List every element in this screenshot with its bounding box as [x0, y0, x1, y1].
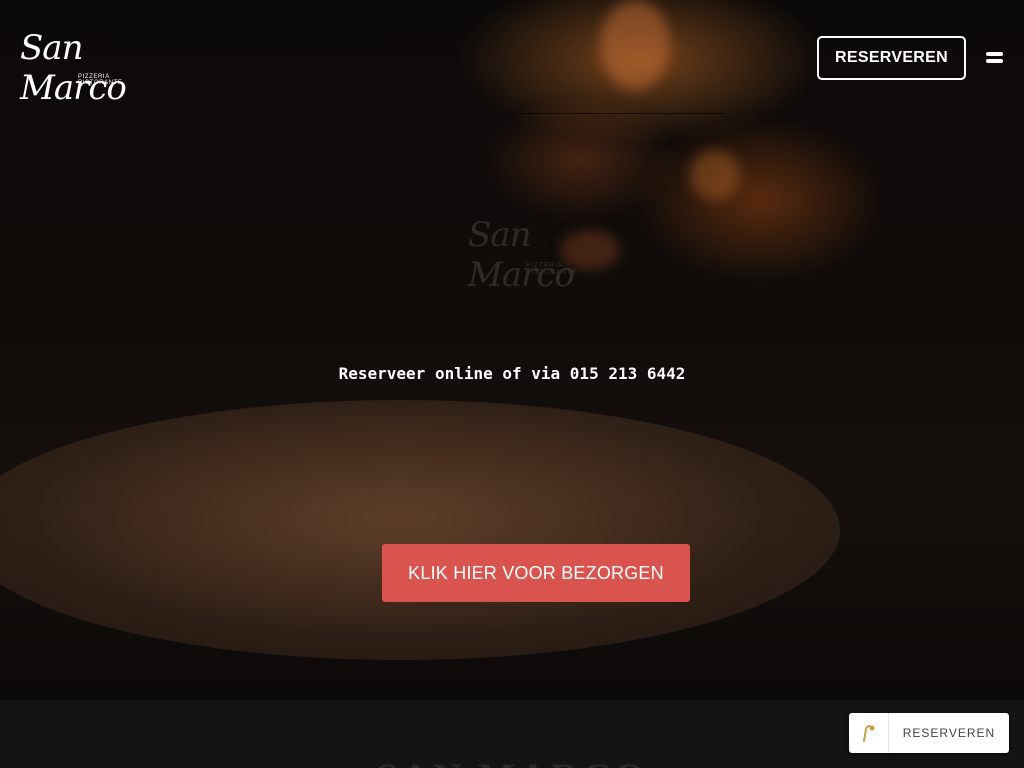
hero-logo-script: San Marco	[468, 215, 575, 295]
hero-logo: San Marco PIZZERIA RISTORANTE	[468, 215, 608, 295]
menu-bar	[986, 51, 1003, 56]
hero-section: San Marco PIZZERIA RISTORANTE Reserveer …	[0, 0, 1024, 700]
hero-logo-subtitle: PIZZERIA RISTORANTE	[526, 262, 577, 276]
oven-fire-glow	[600, 0, 670, 90]
hamburger-menu-icon[interactable]	[986, 49, 1004, 65]
reservation-widget-icon	[849, 713, 889, 753]
delivery-button[interactable]: KLIK HIER VOOR BEZORGEN	[382, 544, 690, 602]
menu-bar	[986, 58, 1003, 63]
logo-subtitle: PIZZERIA RISTORANTE	[78, 74, 123, 86]
site-logo[interactable]: San Marco PIZZERIA RISTORANTE	[20, 28, 150, 108]
logo-script: San Marco	[20, 28, 127, 108]
header-divider	[520, 113, 725, 114]
reserve-button[interactable]: RESERVEREN	[817, 36, 966, 80]
reservation-widget[interactable]: RESERVEREN	[849, 713, 1009, 753]
oven-fire-glow	[690, 150, 740, 200]
pizza-background-image	[0, 400, 840, 660]
reservation-widget-label: RESERVEREN	[902, 726, 996, 740]
reservation-tagline: Reserveer online of via 015 213 6442	[338, 364, 686, 383]
section-heading: SAN MARCO	[0, 758, 1024, 768]
